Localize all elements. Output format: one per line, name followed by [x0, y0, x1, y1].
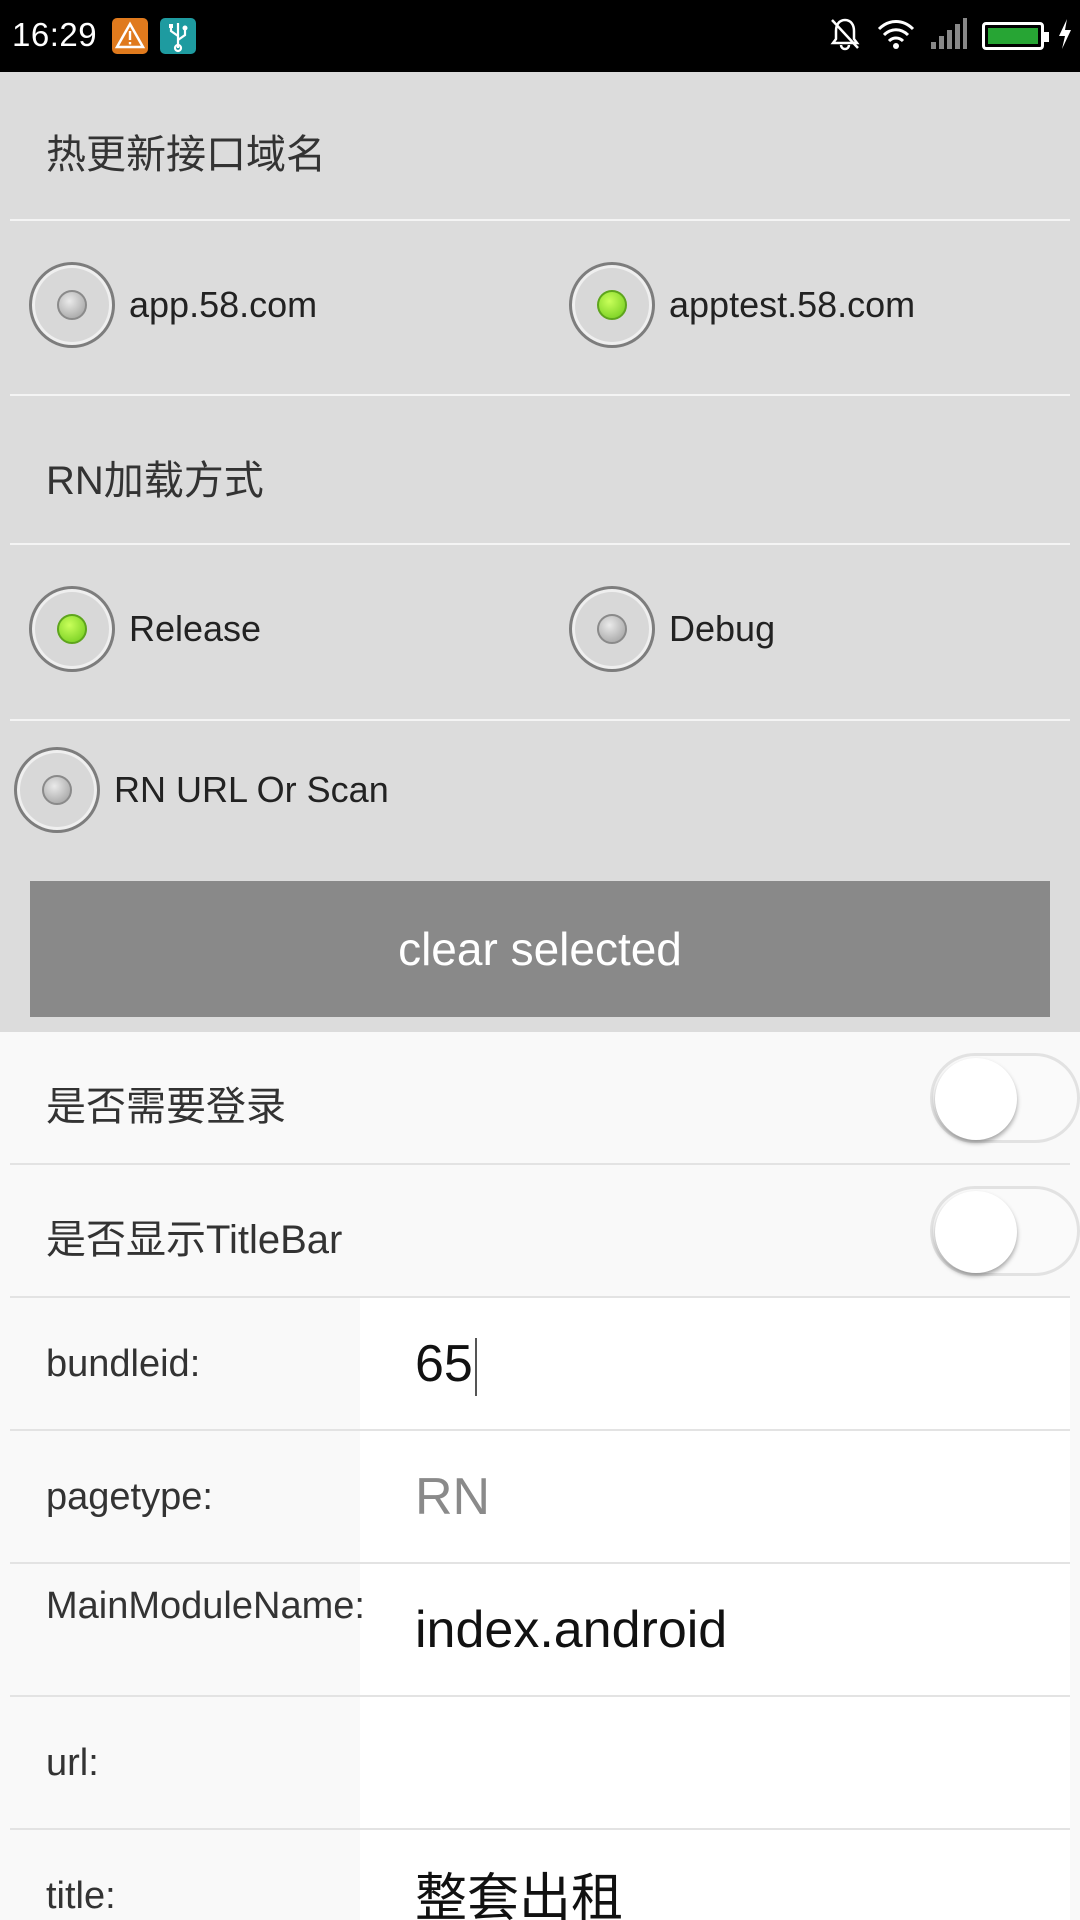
title-input[interactable]: 整套出租	[415, 1856, 623, 1920]
radio-label: RN URL Or Scan	[114, 769, 389, 810]
radio-button[interactable]	[569, 586, 655, 672]
divider	[10, 719, 1070, 721]
toggle-label: 是否显示TitleBar	[46, 1218, 343, 1262]
radio-button[interactable]	[14, 747, 100, 833]
signal-icon	[930, 17, 968, 55]
login-required-toggle[interactable]	[930, 1053, 1080, 1143]
radio-button[interactable]	[569, 262, 655, 348]
field-row-pagetype: pagetype: RN	[10, 1431, 1070, 1564]
text-caret	[474, 1338, 477, 1397]
pagetype-input[interactable]: RN	[415, 1467, 490, 1527]
divider	[10, 219, 1070, 221]
toggle-label: 是否需要登录	[46, 1085, 286, 1129]
mute-icon	[828, 16, 862, 57]
mainmodulename-input[interactable]: index.android	[415, 1600, 727, 1660]
field-label: title:	[46, 1875, 116, 1917]
settings-list: 是否需要登录 是否显示TitleBar bundleid: 65 pagetyp…	[0, 1032, 1080, 1920]
field-row-mainmodulename: MainModuleName: index.android	[10, 1564, 1070, 1697]
radio-label: apptest.58.com	[669, 284, 916, 325]
status-bar: 16:29	[0, 0, 1080, 72]
usb-icon	[160, 18, 196, 54]
bundleid-input[interactable]: 65	[415, 1334, 477, 1397]
radio-label: Release	[129, 608, 262, 649]
field-row-bundleid: bundleid: 65	[10, 1298, 1070, 1431]
field-label: bundleid:	[46, 1343, 201, 1385]
divider	[10, 543, 1070, 545]
field-label: pagetype:	[46, 1476, 213, 1518]
radio-debug[interactable]: Debug	[569, 586, 775, 672]
rn-load-section-title: RN加载方式	[46, 459, 264, 503]
warning-icon	[112, 18, 148, 54]
radio-label: Debug	[669, 608, 776, 649]
clear-selected-button[interactable]: clear selected	[30, 881, 1050, 1017]
radio-button[interactable]	[29, 262, 115, 348]
field-row-title: title: 整套出租	[10, 1830, 1070, 1920]
toggle-row-login: 是否需要登录	[10, 1032, 1080, 1165]
status-time: 16:29	[12, 16, 98, 53]
field-label: MainModuleName:	[46, 1585, 365, 1627]
radio-app-58[interactable]: app.58.com	[29, 262, 317, 348]
show-titlebar-toggle[interactable]	[930, 1186, 1080, 1276]
divider	[10, 394, 1070, 396]
charging-icon	[1058, 18, 1072, 54]
field-label: url:	[46, 1742, 99, 1784]
hotupdate-section-title: 热更新接口域名	[46, 133, 326, 177]
radio-rn-url-scan[interactable]: RN URL Or Scan	[14, 747, 389, 833]
toggle-row-titlebar: 是否显示TitleBar	[10, 1165, 1080, 1298]
radio-apptest-58[interactable]: apptest.58.com	[569, 262, 915, 348]
battery-icon	[982, 22, 1049, 50]
radio-release[interactable]: Release	[29, 586, 261, 672]
field-row-url: url:	[10, 1697, 1070, 1830]
wifi-icon	[876, 17, 916, 56]
radio-button[interactable]	[29, 586, 115, 672]
radio-label: app.58.com	[129, 284, 318, 325]
